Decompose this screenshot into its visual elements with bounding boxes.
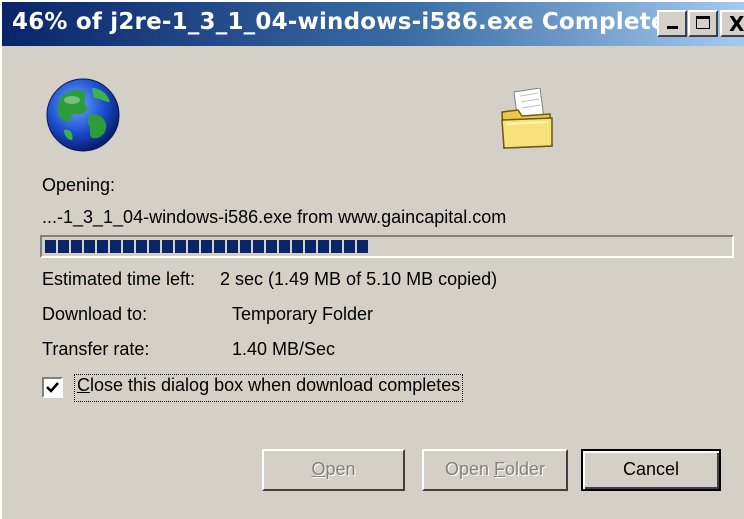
folder-icon — [501, 88, 553, 149]
open-folder-accesskey: F — [494, 459, 505, 479]
open-folder-label: older — [505, 459, 546, 479]
close-icon: X — [729, 12, 744, 36]
progress-block — [110, 240, 121, 253]
globe-icon — [46, 78, 120, 152]
progress-block — [214, 240, 225, 253]
progress-block — [84, 240, 95, 253]
transfer-rate-label: Transfer rate: — [42, 339, 150, 359]
progress-block — [331, 240, 342, 253]
maximize-button[interactable] — [688, 10, 718, 37]
time-left-label: Estimated time left: — [42, 269, 196, 289]
progress-block — [175, 240, 186, 253]
minimize-button[interactable] — [657, 10, 687, 37]
minimize-icon — [667, 26, 678, 29]
progress-fill — [45, 240, 370, 253]
progress-block — [162, 240, 173, 253]
file-source-text: ...-1_3_1_04-windows-i586.exe from www.g… — [42, 207, 507, 227]
progress-block — [71, 240, 82, 253]
progress-block — [266, 240, 277, 253]
progress-block — [292, 240, 303, 253]
progress-block — [357, 240, 368, 253]
download-dialog: 46% of j2re-1_3_1_04-windows-i586.exe Co… — [0, 0, 744, 519]
close-on-complete-accesskey: C — [77, 375, 90, 395]
progress-block — [240, 240, 251, 253]
progress-block — [318, 240, 329, 253]
progress-block — [136, 240, 147, 253]
open-folder-button[interactable]: Open Folder — [422, 449, 568, 491]
close-on-complete-checkbox[interactable] — [42, 377, 63, 398]
progress-block — [58, 240, 69, 253]
progress-block — [45, 240, 56, 253]
progress-block — [253, 240, 264, 253]
window-title: 46% of j2re-1_3_1_04-windows-i586.exe Co… — [12, 9, 684, 35]
progress-block — [279, 240, 290, 253]
download-to-value: Temporary Folder — [232, 304, 374, 324]
transfer-rate-value: 1.40 MB/Sec — [232, 339, 336, 359]
download-progress-bar — [40, 235, 734, 258]
time-left-value: 2 sec (1.49 MB of 5.10 MB copied) — [220, 269, 498, 289]
open-label: pen — [325, 459, 356, 479]
progress-block — [188, 240, 199, 253]
open-accesskey: O — [311, 459, 326, 479]
progress-block — [149, 240, 160, 253]
close-on-complete-label[interactable]: Close this dialog box when download comp… — [74, 374, 464, 402]
progress-block — [123, 240, 134, 253]
close-button[interactable]: X — [720, 10, 744, 37]
progress-block — [305, 240, 316, 253]
opening-label: Opening: — [42, 175, 116, 195]
close-on-complete-text: lose this dialog box when download compl… — [90, 375, 461, 395]
title-bar[interactable]: 46% of j2re-1_3_1_04-windows-i586.exe Co… — [2, 2, 744, 46]
checkmark-icon — [46, 382, 59, 393]
progress-block — [97, 240, 108, 253]
open-folder-prefix: Open — [444, 459, 494, 479]
progress-block — [201, 240, 212, 253]
download-to-label: Download to: — [42, 304, 148, 324]
open-button[interactable]: Open — [262, 449, 405, 491]
cancel-button[interactable]: Cancel — [581, 449, 721, 491]
progress-block — [344, 240, 355, 253]
progress-block — [227, 240, 238, 253]
maximize-icon — [696, 16, 710, 29]
